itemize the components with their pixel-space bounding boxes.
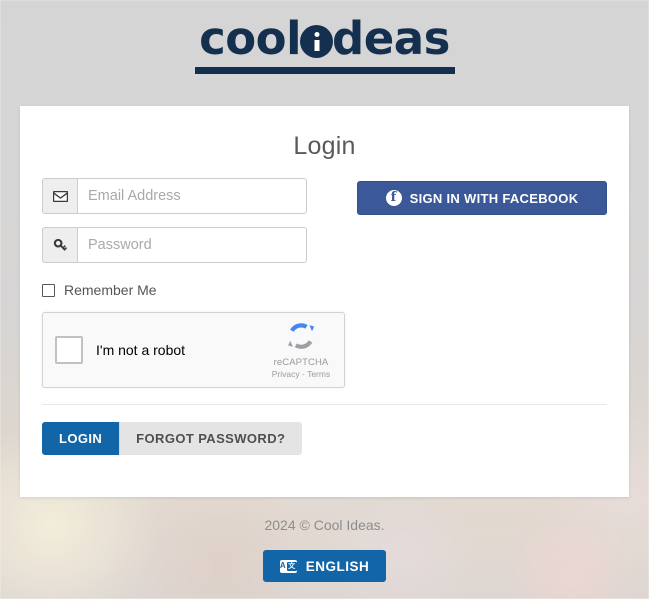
social-login-column: f SIGN IN WITH FACEBOOK (357, 178, 607, 276)
credentials-column (42, 178, 322, 276)
remember-me-label: Remember Me (64, 282, 157, 298)
recaptcha-privacy-link[interactable]: Privacy (272, 369, 300, 379)
recaptcha-icon (288, 323, 315, 349)
remember-me-checkbox[interactable] (42, 283, 55, 297)
page-title: Login (293, 132, 356, 160)
password-input[interactable] (77, 227, 307, 263)
password-input-group (42, 227, 307, 263)
brand-logo-underline (194, 67, 455, 74)
form-divider (42, 404, 607, 405)
recaptcha-brand-name: reCAPTCHA (273, 357, 329, 368)
login-form: f SIGN IN WITH FACEBOOK Remember Me I'm … (42, 178, 607, 497)
email-input[interactable] (77, 178, 307, 214)
login-page: cool deas Login Email Address f SIGN IN … (0, 0, 649, 599)
brand-logo-text: cool deas (199, 16, 450, 61)
forgot-password-button[interactable]: FORGOT PASSWORD? (119, 422, 303, 455)
recaptcha-link-separator: - (302, 369, 305, 379)
email-input-group (42, 178, 307, 214)
translate-icon: A 文 (279, 559, 297, 573)
login-card: Login Email Address f SIGN IN WITH FACEB… (20, 106, 629, 497)
i-dot-circle-icon (300, 25, 334, 58)
brand-logo: cool deas (0, 16, 649, 74)
envelope-icon (42, 178, 77, 214)
recaptcha-widget[interactable]: I'm not a robot reCAPTCHA Privacy - Term… (42, 312, 345, 388)
language-selector-label: ENGLISH (305, 558, 370, 574)
facebook-icon: f (385, 190, 402, 206)
recaptcha-brand-links: Privacy - Terms (264, 369, 338, 379)
facebook-sign-in-button[interactable]: f SIGN IN WITH FACEBOOK (357, 181, 607, 215)
translate-icon-letter-b: 文 (287, 561, 297, 571)
brand-logo-part2: deas (332, 12, 450, 65)
form-top-row: f SIGN IN WITH FACEBOOK (42, 178, 607, 276)
remember-me-row[interactable]: Remember Me (42, 282, 607, 298)
page-footer: 2024 © Cool Ideas. A 文 ENGLISH (0, 517, 649, 582)
copyright-text: 2024 © Cool Ideas. (264, 517, 385, 533)
translate-icon-letter-a: A (279, 561, 287, 570)
recaptcha-label: I'm not a robot (96, 342, 186, 358)
recaptcha-branding: reCAPTCHA Privacy - Terms (264, 321, 338, 379)
form-actions: LOGIN FORGOT PASSWORD? (42, 422, 303, 455)
recaptcha-checkbox[interactable] (55, 336, 83, 364)
recaptcha-terms-link[interactable]: Terms (307, 369, 330, 379)
key-icon (42, 227, 77, 263)
facebook-sign-in-label: SIGN IN WITH FACEBOOK (409, 190, 579, 206)
language-selector-button[interactable]: A 文 ENGLISH (262, 550, 387, 582)
brand-logo-part1: cool (199, 12, 302, 65)
login-button[interactable]: LOGIN (42, 422, 120, 455)
